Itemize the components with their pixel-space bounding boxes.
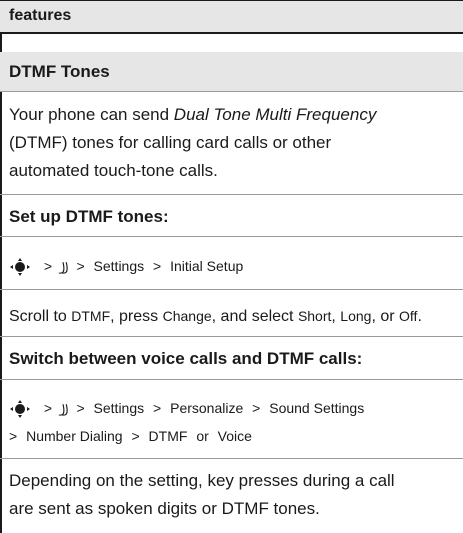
kw-long: Long — [340, 308, 372, 324]
kw-off: Off — [399, 308, 418, 324]
nav-key-icon — [9, 258, 31, 277]
menu-icon: ꠸꠸ — [60, 258, 69, 274]
intro-emphasis: Dual Tone Multi Frequency — [173, 105, 377, 124]
path-initial-setup: Initial Setup — [170, 258, 244, 274]
switch-menu-path-line-1: > ꠸꠸ > Settings > Personalize > Sound Se… — [9, 400, 364, 419]
divider — [0, 289, 463, 290]
switch-menu-path-line-2: > Number Dialing > DTMF or Voice — [9, 428, 252, 444]
section-title: DTMF Tones — [9, 62, 110, 81]
setup-heading: Set up DTMF tones: — [9, 207, 169, 226]
nav-key-icon — [9, 400, 31, 419]
kw-change: Change — [162, 308, 212, 324]
path-settings: Settings — [93, 258, 145, 274]
intro-paragraph: Your phone can send Dual Tone Multi Freq… — [9, 101, 457, 185]
setup-instruction: Scroll to DTMF, press Change, and select… — [9, 308, 422, 325]
path-voice: Voice — [217, 428, 252, 444]
switch-heading: Switch between voice calls and DTMF call… — [9, 349, 363, 368]
setup-menu-path: > ꠸꠸ > Settings > Initial Setup — [9, 258, 243, 277]
kw-dtmf: DTMF — [71, 308, 111, 324]
page-header-title: features — [9, 7, 72, 24]
closing-line-1: Depending on the setting, key presses du… — [9, 471, 395, 490]
intro-line-1: Your phone can send Dual Tone Multi Freq… — [9, 105, 377, 124]
divider — [0, 458, 463, 459]
divider — [0, 379, 463, 380]
intro-line-3: automated touch-tone calls. — [9, 161, 218, 180]
section-title-bar: DTMF Tones — [0, 52, 463, 92]
kw-short: Short — [297, 308, 332, 324]
menu-icon: ꠸꠸ — [60, 400, 69, 416]
closing-line-2: are sent as spoken digits or DTMF tones. — [9, 499, 320, 518]
intro-line-2: (DTMF) tones for calling card calls or o… — [9, 133, 332, 152]
divider — [0, 236, 463, 237]
path-personalize: Personalize — [170, 400, 244, 416]
divider — [0, 194, 463, 195]
header-bar: features — [0, 0, 463, 34]
path-or: or — [196, 428, 209, 444]
closing-paragraph: Depending on the setting, key presses du… — [9, 467, 457, 523]
path-sound-settings: Sound Settings — [269, 400, 365, 416]
divider — [0, 336, 463, 337]
path-number-dialing: Number Dialing — [26, 428, 123, 444]
path-dtmf: DTMF — [148, 428, 188, 444]
path-settings: Settings — [93, 400, 145, 416]
